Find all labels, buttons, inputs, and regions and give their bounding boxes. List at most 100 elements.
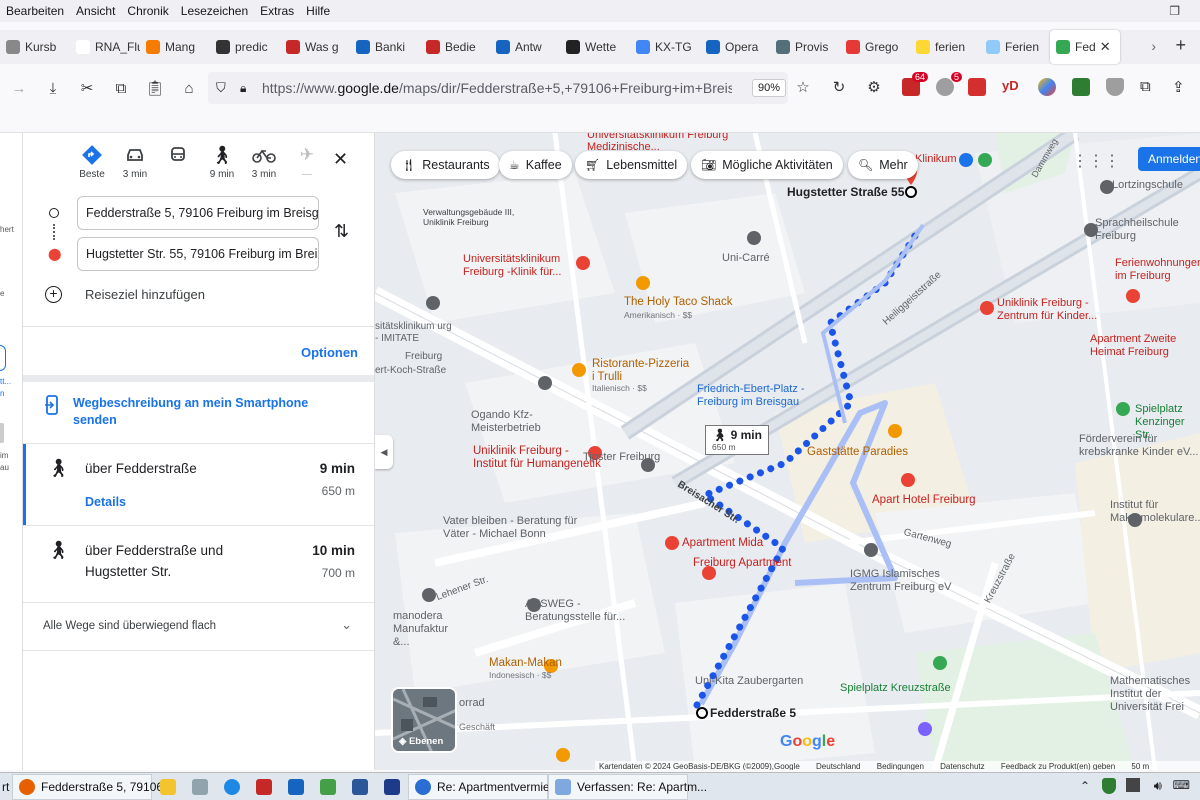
map-label[interactable]: sitätsklinikum urg - IMITATE bbox=[375, 321, 455, 345]
menu-chronik[interactable]: Chronik bbox=[121, 4, 174, 18]
collapse-panel-icon[interactable]: ◀ bbox=[375, 435, 393, 469]
extension-gear-icon[interactable]: 5 bbox=[936, 72, 962, 96]
tab[interactable]: Wette bbox=[560, 30, 630, 64]
map-label[interactable]: Indonesisch · $$ bbox=[489, 670, 551, 680]
paste-icon[interactable]: 📋︎ bbox=[138, 79, 172, 97]
map-label[interactable]: Spielplatz Kreuzstraße bbox=[840, 682, 951, 694]
tab[interactable]: Was g bbox=[280, 30, 350, 64]
map-label[interactable]: Amerikanisch · $$ bbox=[624, 310, 692, 320]
chip-aktivitaeten[interactable]: 📷︎ Mögliche Aktivitäten bbox=[691, 151, 843, 179]
mode-transit[interactable] bbox=[158, 141, 198, 169]
map-label[interactable]: Sprachheilschule Freiburg bbox=[1095, 217, 1195, 243]
map-label[interactable]: Uni-Kita Zaubergarten bbox=[695, 675, 803, 687]
route-option-2[interactable]: 🚶︎ über Fedderstraße und Hugstetter Str.… bbox=[23, 526, 374, 602]
map-label[interactable]: Friedrich-Ebert-Platz - Freiburg im Brei… bbox=[697, 383, 807, 409]
tab-active[interactable]: Fed ✕ bbox=[1050, 30, 1120, 64]
map-label[interactable]: Apartment Zweite Heimat Freiburg bbox=[1090, 333, 1200, 359]
map-label[interactable]: Geschäft bbox=[459, 722, 495, 732]
mode-car[interactable]: 3 min bbox=[115, 141, 155, 180]
share-icon[interactable]: ⇪ bbox=[1172, 78, 1190, 96]
map-label[interactable]: Ferienwohnungen im Freiburg bbox=[1115, 257, 1200, 283]
map-label[interactable]: Klinikum bbox=[915, 153, 957, 165]
menu-lesezeichen[interactable]: Lesezeichen bbox=[175, 4, 254, 18]
copy-icon[interactable]: ⧉ bbox=[104, 80, 138, 97]
map-label[interactable]: Institut für Makromolekulare... bbox=[1110, 499, 1200, 525]
tab[interactable]: Antw bbox=[490, 30, 560, 64]
country-link[interactable]: Deutschland bbox=[816, 762, 860, 770]
extension-colorful-icon[interactable] bbox=[1038, 78, 1056, 96]
sidebar-selected-item[interactable] bbox=[0, 345, 6, 371]
origin-input[interactable]: Fedderstraße 5, 79106 Freiburg im Breisg… bbox=[77, 196, 319, 230]
route-time-callout[interactable]: 🚶︎ 9 min 650 m bbox=[705, 425, 769, 455]
options-link[interactable]: Optionen bbox=[301, 345, 358, 360]
window-restore-icon[interactable]: ❐ bbox=[1169, 4, 1180, 18]
url-bar[interactable]: ⛉ 🔒︎ https://www.google.de/maps/dir/Fedd… bbox=[208, 72, 788, 104]
tab[interactable]: RNA_Flug bbox=[70, 30, 140, 64]
menu-extras[interactable]: Extras bbox=[254, 4, 300, 18]
tab[interactable]: Kursb bbox=[0, 30, 70, 64]
tab[interactable]: predic bbox=[210, 30, 280, 64]
extension-yd[interactable]: yD bbox=[1002, 78, 1024, 96]
apps-grid-icon[interactable]: ⋮⋮⋮ bbox=[1072, 151, 1120, 171]
map-label[interactable]: IGMG Islamisches Zentrum Freiburg eV bbox=[850, 568, 970, 594]
download-icon[interactable]: ⤓ bbox=[36, 80, 70, 97]
send-to-phone[interactable]: Wegbeschreibung an mein Smartphone sende… bbox=[45, 395, 323, 429]
forward-icon[interactable]: → bbox=[2, 80, 36, 97]
map-label[interactable]: AUSWEG - Beratungsstelle für... bbox=[525, 598, 645, 624]
bookmark-star-icon[interactable]: ☆ bbox=[786, 78, 820, 96]
taskbar-start-fragment[interactable]: rt bbox=[0, 774, 12, 800]
zoom-level[interactable]: 90% bbox=[752, 79, 786, 97]
map-label[interactable]: Apartment Mida bbox=[682, 537, 763, 549]
extensions-puzzle-icon[interactable]: ⧉ bbox=[1140, 78, 1158, 96]
map-label[interactable]: Ristorante-Pizzeria i Trulli bbox=[592, 358, 692, 384]
sidebar-item[interactable] bbox=[0, 423, 4, 443]
map-label[interactable]: Tipster Freiburg bbox=[583, 451, 660, 463]
map-label[interactable]: Uniklinik Freiburg - Zentrum für Kinder.… bbox=[997, 297, 1117, 323]
taskbar-tool-icon[interactable] bbox=[248, 774, 280, 800]
route-details-link[interactable]: Details bbox=[85, 495, 126, 509]
tracking-shield-icon[interactable]: ⛉ bbox=[216, 80, 226, 96]
map-label[interactable]: Uni-Carré bbox=[722, 252, 770, 264]
terms-link[interactable]: Bedingungen bbox=[877, 762, 924, 770]
taskbar-monitor-icon[interactable] bbox=[280, 774, 312, 800]
taskbar-globe-icon[interactable] bbox=[216, 774, 248, 800]
origin-label[interactable]: Fedderstraße 5 bbox=[710, 706, 796, 720]
extension-shield-gray-icon[interactable] bbox=[1106, 78, 1124, 96]
elevation-note[interactable]: Alle Wege sind überwiegend flach bbox=[43, 620, 216, 632]
mode-best[interactable]: Beste bbox=[72, 141, 112, 180]
close-tab-icon[interactable]: ✕ bbox=[1100, 39, 1111, 55]
menu-bearbeiten[interactable]: Bearbeiten bbox=[0, 4, 70, 18]
swap-icon[interactable]: ⇅ bbox=[334, 221, 349, 242]
map-label[interactable]: Freiburg Apartment bbox=[693, 557, 791, 569]
lock-icon[interactable]: 🔒︎ bbox=[240, 81, 246, 96]
map-label[interactable]: Universitätsklinikum Freiburg Medizinisc… bbox=[587, 133, 737, 153]
map-label[interactable]: Mathematisches Institut der Universität … bbox=[1110, 675, 1200, 714]
taskbar-word2-icon[interactable] bbox=[376, 774, 408, 800]
settings-gear-icon[interactable]: ⚙ bbox=[857, 78, 891, 96]
tray-chevron-up-icon[interactable]: ⌃ bbox=[1080, 779, 1090, 793]
tab[interactable]: Banki bbox=[350, 30, 420, 64]
tab[interactable]: Provis bbox=[770, 30, 840, 64]
taskbar-folder-icon[interactable] bbox=[152, 774, 184, 800]
chevron-down-icon[interactable]: ⌄ bbox=[341, 617, 352, 633]
reload-icon[interactable]: ↻ bbox=[822, 78, 856, 96]
mode-flight[interactable]: ✈ — bbox=[287, 141, 327, 180]
map-label[interactable]: Freiburg bbox=[405, 351, 442, 362]
taskbar-firefox[interactable]: Fedderstraße 5, 79106... bbox=[12, 773, 173, 800]
tray-volume-icon[interactable]: 🔊︎ bbox=[1154, 778, 1162, 794]
tab[interactable]: Opera bbox=[700, 30, 770, 64]
map-label[interactable]: Verwaltungsgebäude III, Uniklinik Freibu… bbox=[423, 207, 533, 227]
chip-restaurants[interactable]: 🍴︎ Restaurants bbox=[391, 151, 500, 179]
taskbar-green-icon[interactable] bbox=[312, 774, 344, 800]
tab[interactable]: Mang bbox=[140, 30, 210, 64]
home-icon[interactable]: ⌂ bbox=[172, 80, 206, 97]
map-label[interactable]: Apart Hotel Freiburg bbox=[872, 494, 976, 506]
menu-ansicht[interactable]: Ansicht bbox=[70, 4, 121, 18]
map-label[interactable]: manodera Manufaktur &... bbox=[393, 610, 463, 649]
map-label[interactable]: Förderverein für krebskranke Kinder eV..… bbox=[1079, 433, 1200, 459]
map-label[interactable]: Lortzingschule bbox=[1112, 179, 1183, 191]
tab[interactable]: KX-TG bbox=[630, 30, 700, 64]
tray-shield-icon[interactable] bbox=[1102, 778, 1116, 794]
route-option-1[interactable]: 🚶︎ über Fedderstraße 9 min 650 m Details bbox=[23, 444, 374, 525]
destination-label[interactable]: Hugstetter Straße 55 bbox=[787, 185, 904, 199]
